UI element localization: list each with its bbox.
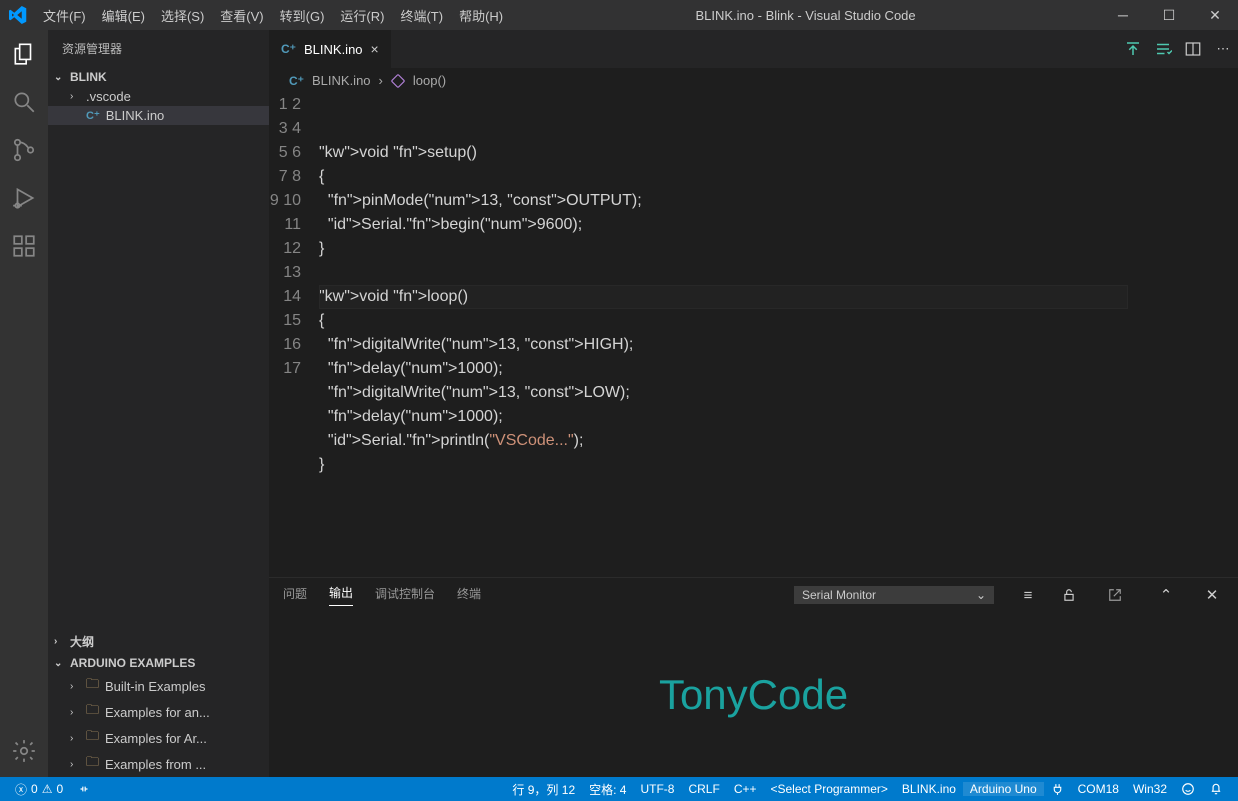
status-encoding[interactable]: UTF-8 (633, 782, 681, 796)
clear-output-icon[interactable]: ≡ (1016, 587, 1040, 604)
code-content[interactable]: "kw">void "fn">setup() { "fn">pinMode("n… (319, 93, 1238, 577)
open-log-icon[interactable] (1108, 588, 1132, 602)
close-panel-icon[interactable]: ✕ (1200, 586, 1224, 604)
panel-tab-problems[interactable]: 问题 (283, 585, 307, 606)
title-bar: 文件(F) 编辑(E) 选择(S) 查看(V) 转到(G) 运行(R) 终端(T… (0, 0, 1238, 30)
line-number-gutter: 1 2 3 4 5 6 7 8 9 10 11 12 13 14 15 16 1… (269, 93, 319, 577)
status-ports-icon[interactable] (70, 782, 98, 796)
menu-view[interactable]: 查看(V) (212, 6, 271, 25)
status-eol[interactable]: CRLF (681, 782, 726, 796)
symbol-icon (391, 74, 405, 88)
menu-edit[interactable]: 编辑(E) (94, 6, 153, 25)
arduino-upload-icon[interactable] (1118, 30, 1148, 68)
panel-tab-terminal[interactable]: 终端 (457, 585, 481, 606)
panel-tabs: 问题 输出 调试控制台 终端 Serial Monitor⌄ ≡ ⌃ ✕ (269, 578, 1238, 612)
search-icon[interactable] (10, 88, 38, 116)
sidebar: 资源管理器 ⌄BLINK ›.vscode C⁺BLINK.ino ›大纲 ⌄A… (48, 30, 269, 777)
menu-goto[interactable]: 转到(G) (272, 6, 333, 25)
editor-area: C⁺ BLINK.ino × ⋯ C⁺ BLINK.ino › loop() 1… (269, 30, 1238, 777)
panel-tab-output[interactable]: 输出 (329, 584, 353, 606)
close-icon[interactable]: × (371, 41, 379, 57)
sidebar-header: 资源管理器 (48, 30, 269, 67)
output-channel-select[interactable]: Serial Monitor⌄ (794, 586, 994, 604)
window-maximize-button[interactable]: ☐ (1146, 0, 1192, 30)
more-actions-icon[interactable]: ⋯ (1208, 30, 1238, 68)
window-minimize-button[interactable]: ─ (1100, 0, 1146, 30)
cpp-icon: C⁺ (86, 109, 100, 122)
bottom-panel: 问题 输出 调试控制台 终端 Serial Monitor⌄ ≡ ⌃ ✕ Ton… (269, 577, 1238, 777)
window-title: BLINK.ino - Blink - Visual Studio Code (511, 8, 1100, 23)
extensions-icon[interactable] (10, 232, 38, 260)
menu-terminal[interactable]: 终端(T) (392, 6, 451, 25)
example-builtin[interactable]: ›🗀Built-in Examples (48, 673, 269, 699)
status-programmer[interactable]: <Select Programmer> (764, 782, 895, 796)
menu-run[interactable]: 运行(R) (332, 6, 392, 25)
folder-icon: 🗀 (86, 701, 99, 723)
status-sketch[interactable]: BLINK.ino (895, 782, 963, 796)
status-bell-icon[interactable] (1202, 782, 1230, 796)
status-feedback-icon[interactable] (1174, 782, 1202, 796)
cpp-icon: C⁺ (281, 42, 296, 56)
explorer-icon[interactable] (10, 40, 38, 68)
activity-bar (0, 30, 48, 777)
folder-icon: 🗀 (86, 753, 99, 775)
menu-file[interactable]: 文件(F) (35, 6, 94, 25)
settings-gear-icon[interactable] (10, 737, 38, 765)
status-board[interactable]: Arduino Uno (963, 782, 1044, 796)
error-icon: ⓧ (15, 781, 27, 798)
lock-scroll-icon[interactable] (1062, 588, 1086, 602)
minimap[interactable] (1138, 93, 1238, 577)
menu-bar: 文件(F) 编辑(E) 选择(S) 查看(V) 转到(G) 运行(R) 终端(T… (35, 6, 511, 25)
watermark-text: TonyCode (659, 671, 848, 719)
folder-icon: 🗀 (86, 727, 99, 749)
chevron-up-icon[interactable]: ⌃ (1154, 586, 1178, 604)
chevron-down-icon: ⌄ (976, 588, 986, 602)
breadcrumb[interactable]: C⁺ BLINK.ino › loop() (269, 68, 1238, 93)
cpp-icon: C⁺ (289, 74, 304, 88)
tree-file-blink[interactable]: C⁺BLINK.ino (48, 106, 269, 125)
tab-bar: C⁺ BLINK.ino × ⋯ (269, 30, 1238, 68)
menu-help[interactable]: 帮助(H) (451, 6, 511, 25)
vscode-logo-icon (0, 6, 35, 24)
status-indent[interactable]: 空格: 4 (582, 781, 633, 798)
folder-icon: 🗀 (86, 675, 99, 697)
status-bar: ⓧ0⚠0 行 9，列 12 空格: 4 UTF-8 CRLF C++ <Sele… (0, 777, 1238, 801)
example-arduino[interactable]: ›🗀Examples for Ar... (48, 725, 269, 751)
tab-blink[interactable]: C⁺ BLINK.ino × (269, 30, 392, 68)
tree-folder-vscode[interactable]: ›.vscode (48, 87, 269, 106)
tab-label: BLINK.ino (304, 42, 363, 57)
arduino-verify-icon[interactable] (1148, 30, 1178, 68)
warning-icon: ⚠ (42, 782, 53, 796)
status-cursor-position[interactable]: 行 9，列 12 (505, 781, 582, 798)
status-errors[interactable]: ⓧ0⚠0 (8, 781, 70, 798)
menu-select[interactable]: 选择(S) (153, 6, 212, 25)
code-editor[interactable]: 1 2 3 4 5 6 7 8 9 10 11 12 13 14 15 16 1… (269, 93, 1238, 577)
run-debug-icon[interactable] (10, 184, 38, 212)
project-section-header[interactable]: ⌄BLINK (48, 67, 269, 87)
panel-body: TonyCode (269, 612, 1238, 777)
example-any[interactable]: ›🗀Examples for an... (48, 699, 269, 725)
status-plug-icon[interactable] (1044, 783, 1071, 796)
example-from[interactable]: ›🗀Examples from ... (48, 751, 269, 777)
status-port[interactable]: COM18 (1071, 782, 1126, 796)
panel-tab-debug[interactable]: 调试控制台 (375, 585, 435, 606)
outline-section-header[interactable]: ›大纲 (48, 630, 269, 653)
split-editor-icon[interactable] (1178, 30, 1208, 68)
source-control-icon[interactable] (10, 136, 38, 164)
window-close-button[interactable]: ✕ (1192, 0, 1238, 30)
status-language[interactable]: C++ (727, 782, 764, 796)
status-os[interactable]: Win32 (1126, 782, 1174, 796)
arduino-examples-header[interactable]: ⌄ARDUINO EXAMPLES (48, 653, 269, 673)
